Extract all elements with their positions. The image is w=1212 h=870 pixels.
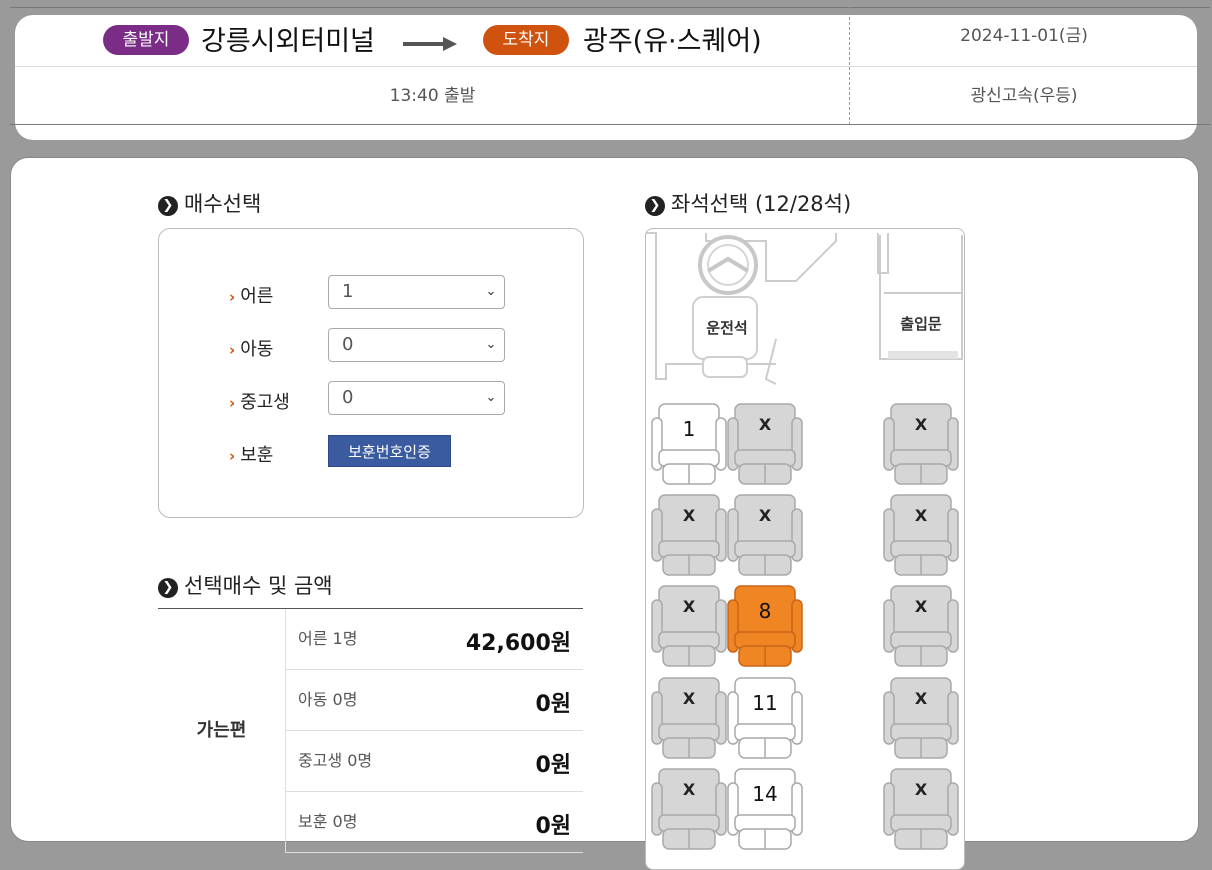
booking-panel: ❯ 매수선택 › 어른 1 ⌄ › 아동 0 ⌄ › 중고생 0 ⌄ › 보훈 보훈번호인…	[10, 157, 1199, 870]
price-row-amount: 0원	[535, 692, 571, 717]
seat-taken[interactable]: X	[651, 584, 727, 670]
price-row-label: 어른 1명	[298, 629, 358, 648]
price-row-veteran: 보훈 0명 0원	[286, 792, 583, 853]
seat-taken-mark: X	[914, 506, 928, 525]
bus-seat-map: 운전석 출입문 1 X X X X X X 8 X X 11 X X 14 X	[645, 228, 965, 870]
price-row-label: 중고생 0명	[298, 751, 373, 770]
departure-badge: 출발지	[103, 25, 189, 55]
student-quantity-select[interactable]: 0 ⌄	[328, 381, 505, 415]
bus-company: 광신고속(우등)	[970, 86, 1078, 106]
seat-section-title: ❯ 좌석선택 (12/28석)	[645, 188, 851, 218]
seat-taken[interactable]: X	[883, 402, 959, 488]
divider	[15, 66, 1197, 67]
seat-taken-mark: X	[682, 597, 696, 616]
quantity-section-title: ❯ 매수선택	[158, 188, 261, 218]
chevron-right-icon: ❯	[158, 196, 178, 216]
trip-direction-cell: 가는편	[158, 609, 286, 853]
seat-icon	[727, 585, 803, 667]
chevron-right-icon: ❯	[158, 578, 178, 598]
trip-info-card: 출발지 강릉시외터미널 도착지 광주(유·스퀘어) 2024-11-01(금) …	[15, 7, 1197, 140]
price-row-adult: 어른 1명 42,600원	[286, 609, 583, 670]
price-row-amount: 42,600원	[465, 631, 571, 656]
seat-taken[interactable]: X	[883, 493, 959, 579]
child-quantity-select[interactable]: 0 ⌄	[328, 328, 505, 362]
seat-taken[interactable]: X	[727, 493, 803, 579]
seat-taken-mark: X	[682, 689, 696, 708]
veteran-label: › 보훈	[229, 445, 274, 466]
seat-taken-mark: X	[758, 506, 772, 525]
price-summary-table: 가는편 어른 1명 42,600원 아동 0명 0원 중고생 0명 0원 보훈 …	[158, 608, 583, 853]
seat-taken-mark: X	[758, 415, 772, 434]
chevron-down-icon: ⌄	[485, 284, 497, 299]
seat-taken[interactable]: X	[727, 402, 803, 488]
seat-taken[interactable]: X	[883, 676, 959, 762]
adult-quantity-select[interactable]: 1 ⌄	[328, 275, 505, 309]
price-row-child: 아동 0명 0원	[286, 670, 583, 731]
seat-icon	[651, 403, 727, 485]
quantity-box: › 어른 1 ⌄ › 아동 0 ⌄ › 중고생 0 ⌄ › 보훈 보훈번호인증	[158, 228, 584, 518]
departure-time: 13:40 출발	[389, 86, 476, 106]
price-row-amount: 0원	[535, 814, 571, 839]
seat-taken[interactable]: X	[883, 767, 959, 853]
seat-icon	[727, 768, 803, 850]
steering-wheel-icon	[698, 235, 758, 295]
seat-taken[interactable]: X	[651, 767, 727, 853]
price-row-label: 보훈 0명	[298, 812, 358, 831]
entrance-door-label: 출입문	[900, 315, 942, 333]
seat-available[interactable]: 11	[727, 676, 803, 762]
child-label: › 아동	[229, 339, 274, 360]
seat-number: 14	[752, 782, 778, 806]
adult-label: › 어른	[229, 286, 274, 307]
seat-taken[interactable]: X	[651, 676, 727, 762]
seat-available[interactable]: 14	[727, 767, 803, 853]
driver-seat-icon	[692, 296, 758, 378]
seat-taken-mark: X	[914, 689, 928, 708]
chevron-down-icon: ⌄	[485, 337, 497, 352]
chevron-right-icon: ❯	[645, 196, 665, 216]
route-row: 출발지 강릉시외터미널 도착지 광주(유·스퀘어)	[15, 15, 850, 67]
price-row-label: 아동 0명	[298, 690, 358, 709]
seat-number: 1	[682, 417, 696, 441]
veteran-auth-button[interactable]: 보훈번호인증	[328, 435, 451, 467]
seat-number: 11	[752, 691, 778, 715]
driver-seat-label: 운전석	[706, 319, 748, 337]
seat-available[interactable]: 1	[651, 402, 727, 488]
seat-taken-mark: X	[914, 780, 928, 799]
seat-icon	[727, 677, 803, 759]
arrow-right-icon	[403, 37, 457, 51]
seat-taken-mark: X	[914, 415, 928, 434]
arrival-badge: 도착지	[483, 25, 569, 55]
student-label: › 중고생	[229, 392, 290, 413]
seat-taken[interactable]: X	[883, 584, 959, 670]
divider	[849, 7, 851, 125]
summary-section-title: ❯ 선택매수 및 금액	[158, 570, 333, 600]
departure-date: 2024-11-01(금)	[960, 26, 1088, 46]
arrival-terminal: 광주(유·스퀘어)	[583, 26, 762, 57]
seat-taken[interactable]: X	[651, 493, 727, 579]
price-row-amount: 0원	[535, 753, 571, 778]
seat-taken-mark: X	[682, 506, 696, 525]
seat-taken-mark: X	[914, 597, 928, 616]
seat-selected[interactable]: 8	[727, 584, 803, 670]
price-row-student: 중고생 0명 0원	[286, 731, 583, 792]
departure-terminal: 강릉시외터미널	[201, 26, 375, 57]
seat-number: 8	[758, 599, 772, 623]
chevron-down-icon: ⌄	[485, 390, 497, 405]
seat-taken-mark: X	[682, 780, 696, 799]
